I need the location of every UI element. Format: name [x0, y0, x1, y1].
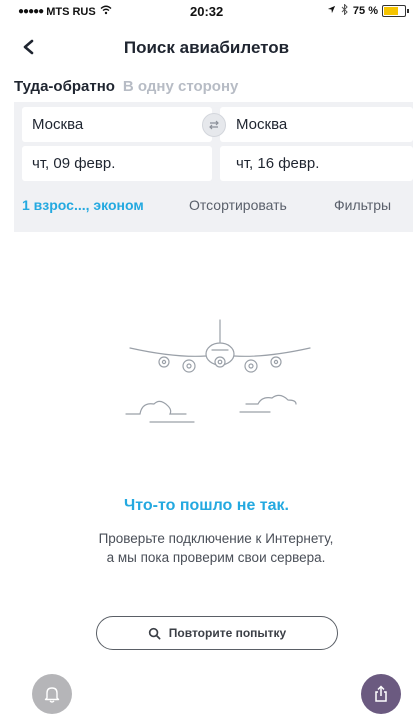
page-title: Поиск авиабилетов [123, 38, 290, 57]
retry-label: Повторите попытку [168, 626, 287, 640]
clock: 20:32 [190, 4, 224, 19]
options-row: 1 взрос..., эконом Отсортировать Фильтры [14, 190, 413, 220]
share-icon [375, 685, 387, 702]
location-arrow-icon [327, 5, 336, 17]
sort-button[interactable]: Отсортировать [189, 197, 287, 213]
error-title: Что-то пошло не так. [124, 497, 289, 514]
bell-button[interactable] [32, 674, 72, 714]
retry-button[interactable]: Повторите попытку [96, 616, 338, 650]
tab-round-trip[interactable]: Туда-обратно [14, 78, 115, 95]
tab-one-way[interactable]: В одну сторону [123, 78, 238, 95]
airplane-icon [125, 319, 311, 423]
depart-date-field[interactable]: чт, 09 февр. [22, 146, 212, 181]
signal-dots-icon: ●●●●● [18, 6, 44, 17]
share-button[interactable] [361, 674, 401, 714]
bluetooth-icon [341, 3, 348, 18]
search-form: Москва Москва чт, 09 февр. чт, 16 февр. … [14, 102, 413, 232]
origin-field[interactable]: Москва [22, 107, 212, 142]
battery-icon [382, 5, 406, 17]
airplane-illustration [120, 318, 320, 438]
search-icon [148, 627, 161, 639]
destination-field[interactable]: Москва [220, 107, 413, 142]
battery-level [384, 7, 398, 15]
status-bar: ●●●●● MTS RUS 20:32 75 % [0, 0, 413, 22]
trip-type-tabs: Туда-обратно В одну сторону [14, 78, 238, 95]
swap-icon[interactable] [202, 113, 226, 137]
passengers-class-button[interactable]: 1 взрос..., эконом [22, 197, 144, 213]
filters-button[interactable]: Фильтры [334, 197, 391, 213]
status-left: ●●●●● MTS RUS [18, 5, 112, 18]
error-message: Проверьте подключение к Интернету, а мы … [98, 531, 334, 565]
bell-icon [44, 687, 60, 703]
battery-tip [407, 9, 409, 13]
battery-percent: 75 % [352, 5, 378, 17]
status-right: 75 % [327, 3, 409, 18]
nav-bar: Поиск авиабилетов [0, 32, 413, 64]
wifi-icon [100, 5, 112, 18]
return-date-field[interactable]: чт, 16 февр. [220, 146, 413, 181]
carrier-name: MTS RUS [46, 5, 96, 18]
